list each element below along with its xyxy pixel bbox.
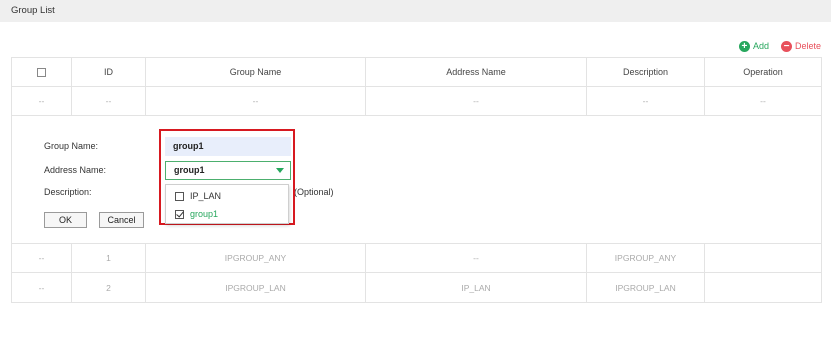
group-name-label: Group Name:	[44, 141, 99, 151]
column-header-operation: Operation	[743, 67, 783, 77]
option-label-group1: group1	[190, 209, 219, 219]
table-cell: IPGROUP_LAN	[146, 273, 366, 302]
delete-label: Delete	[794, 41, 821, 51]
group-name-input[interactable]: group1	[165, 137, 291, 156]
option-checkbox-ip-lan[interactable]	[175, 191, 184, 201]
table-cell	[705, 273, 821, 302]
add-label: Add	[752, 41, 769, 51]
table-cell: --	[12, 87, 72, 115]
address-name-dropdown-list: IP_LAN group1	[165, 184, 289, 224]
table-row: -- 1 IPGROUP_ANY -- IPGROUP_ANY	[12, 244, 821, 273]
address-name-label: Address Name:	[44, 165, 107, 175]
table-cell: --	[587, 87, 705, 115]
table-cell: --	[12, 244, 72, 272]
plus-circle-icon: +	[738, 40, 750, 52]
table-row-new: -- -- -- -- -- --	[12, 87, 821, 116]
option-label-ip-lan: IP_LAN	[190, 191, 222, 201]
delete-button[interactable]: − Delete	[780, 40, 821, 52]
select-all-cell	[12, 58, 72, 86]
table-cell: 1	[72, 244, 146, 272]
highlight-box: group1 group1 IP_LAN group1	[159, 129, 295, 225]
table-cell: --	[12, 273, 72, 302]
select-all-checkbox[interactable]	[37, 67, 46, 77]
table-cell: --	[366, 244, 587, 272]
minus-circle-icon: −	[780, 40, 792, 52]
dropdown-option-ip-lan[interactable]: IP_LAN	[175, 191, 221, 201]
group-edit-form: Group Name: Address Name: Description: (…	[12, 116, 821, 244]
group-list-table: ID Group Name Address Name Description O…	[11, 57, 822, 303]
table-actions: + Add − Delete	[738, 39, 821, 53]
table-cell: --	[72, 87, 146, 115]
address-name-selected-value: group1	[174, 165, 205, 175]
table-row: -- 2 IPGROUP_LAN IP_LAN IPGROUP_LAN	[12, 273, 821, 302]
address-name-select[interactable]: group1	[165, 161, 291, 180]
description-optional-hint: (Optional)	[294, 187, 334, 197]
table-cell: 2	[72, 273, 146, 302]
table-cell: IP_LAN	[366, 273, 587, 302]
ok-button[interactable]: OK	[44, 212, 87, 228]
column-header-address-name[interactable]: Address Name	[366, 58, 587, 86]
column-header-group-name[interactable]: Group Name	[146, 58, 366, 86]
table-cell: --	[146, 87, 366, 115]
cancel-button[interactable]: Cancel	[99, 212, 144, 228]
dropdown-arrow-icon[interactable]	[276, 168, 284, 173]
panel-title: Group List	[11, 5, 55, 16]
table-cell	[705, 244, 821, 272]
table-cell: IPGROUP_ANY	[587, 244, 705, 272]
table-cell: --	[366, 87, 587, 115]
table-cell: IPGROUP_ANY	[146, 244, 366, 272]
column-header-id[interactable]: ID	[72, 58, 146, 86]
column-header-description[interactable]: Description	[587, 58, 705, 86]
description-label: Description:	[44, 187, 92, 197]
table-cell: --	[760, 96, 766, 106]
add-button[interactable]: + Add	[738, 40, 769, 52]
dropdown-option-group1[interactable]: group1	[175, 209, 218, 219]
table-header-row: ID Group Name Address Name Description O…	[12, 58, 821, 87]
option-checkbox-group1[interactable]	[175, 209, 184, 219]
panel-title-bar: Group List	[0, 0, 831, 22]
table-cell: IPGROUP_LAN	[587, 273, 705, 302]
